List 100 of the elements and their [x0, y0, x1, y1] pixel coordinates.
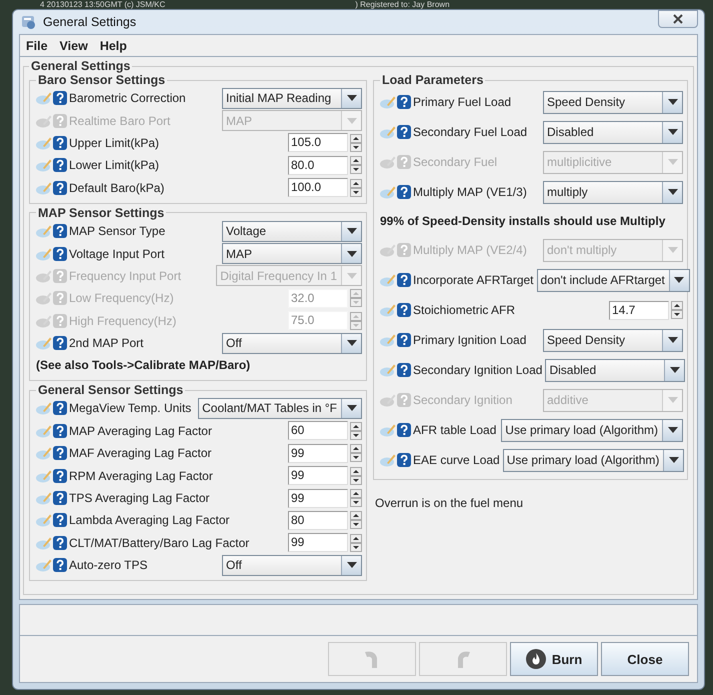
field-label: Secondary Ignition Load — [412, 363, 542, 377]
dropdown[interactable]: Coolant/MAT Tables in °F — [198, 398, 362, 419]
caret-icon — [668, 427, 678, 433]
window-title: General Settings — [43, 15, 138, 29]
burn-button[interactable]: Burn — [510, 642, 598, 676]
dropdown[interactable]: multiply — [543, 180, 683, 204]
number-field[interactable]: 105.0 — [288, 133, 348, 152]
help-icon[interactable] — [53, 136, 67, 150]
caret-icon — [346, 340, 356, 346]
number-field[interactable]: 14.7 — [609, 300, 669, 320]
spin-buttons[interactable] — [350, 156, 362, 174]
number-field[interactable]: 80 — [288, 510, 348, 530]
help-icon[interactable] — [53, 336, 67, 350]
help-icon[interactable] — [53, 424, 67, 438]
field-label: Lambda Averaging Lag Factor — [68, 513, 230, 528]
field-label: Low Frequency(Hz) — [68, 291, 174, 306]
caret-icon — [346, 562, 356, 568]
help-icon[interactable] — [397, 125, 411, 139]
help-icon[interactable] — [53, 446, 67, 460]
dropdown[interactable]: Use primary load (Algorithm) — [501, 418, 683, 442]
caret-icon — [670, 367, 680, 373]
help-icon[interactable] — [397, 333, 411, 347]
help-icon[interactable] — [53, 513, 67, 528]
dropdown[interactable]: Speed Density — [543, 328, 683, 352]
help-icon[interactable] — [53, 491, 67, 506]
field-label: MAP Averaging Lag Factor — [68, 424, 212, 438]
spin-buttons[interactable] — [350, 466, 362, 485]
field-label: EAE curve Load — [412, 453, 500, 467]
note-text: (See also Tools->Calibrate MAP/Baro) — [36, 357, 252, 374]
field-label: Multiply MAP (VE1/3) — [412, 185, 527, 199]
dropdown[interactable]: Disabled — [545, 358, 686, 382]
spin-buttons[interactable] — [671, 301, 683, 319]
field-label: AFR table Load — [412, 423, 496, 437]
number-field[interactable]: 99 — [288, 488, 348, 508]
panel-title: General Settings — [30, 59, 132, 73]
field-label: High Frequency(Hz) — [68, 314, 176, 328]
menu-item[interactable]: Help — [100, 38, 127, 52]
background-title: 4 20130123 13:50GMT (c) JSM/KC — [40, 0, 166, 9]
field-label: 2nd MAP Port — [68, 336, 144, 350]
field-label: MAP Sensor Type — [68, 224, 166, 238]
help-icon[interactable] — [53, 536, 67, 550]
dropdown[interactable]: don't include AFRtarget — [536, 268, 690, 292]
field-label: Frequency Input Port — [68, 268, 182, 283]
close-button[interactable] — [658, 10, 698, 28]
dropdown[interactable]: Off — [222, 332, 362, 354]
dropdown[interactable]: Speed Density — [543, 90, 683, 114]
help-icon[interactable] — [53, 246, 67, 261]
field-label: Incorporate AFRTarget — [412, 273, 534, 287]
field-label: Barometric Correction — [68, 91, 186, 106]
menu-item[interactable]: View — [60, 38, 88, 52]
spin-buttons[interactable] — [350, 444, 362, 462]
group-title: Baro Sensor Settings — [37, 73, 166, 87]
help-icon[interactable] — [397, 185, 411, 199]
dropdown[interactable]: Voltage — [222, 220, 362, 242]
help-icon[interactable] — [53, 91, 67, 106]
group-title: Load Parameters — [381, 73, 484, 87]
help-icon[interactable] — [397, 363, 411, 377]
field-label: Secondary Fuel Load — [412, 125, 528, 139]
caret-icon — [668, 189, 678, 195]
caret-icon — [346, 405, 356, 412]
dropdown[interactable]: Off — [222, 554, 362, 576]
menu-item[interactable]: File — [26, 38, 48, 52]
close-button[interactable]: Close — [601, 642, 689, 676]
help-icon[interactable] — [53, 401, 67, 416]
field-label: Auto-zero TPS — [68, 558, 148, 572]
dropdown[interactable]: MAP — [222, 243, 362, 264]
spin-buttons[interactable] — [350, 534, 362, 552]
spin-buttons[interactable] — [350, 422, 362, 440]
spin-buttons[interactable] — [350, 489, 362, 508]
help-icon[interactable] — [397, 423, 411, 437]
spin-buttons[interactable] — [350, 178, 362, 197]
number-field[interactable]: 99 — [288, 466, 348, 486]
caret-icon — [346, 272, 356, 279]
number-field[interactable]: 99 — [288, 444, 348, 463]
field-label: Secondary Fuel — [412, 155, 498, 169]
number-field[interactable]: 99 — [288, 533, 348, 552]
help-icon[interactable] — [53, 468, 67, 483]
help-icon[interactable] — [53, 180, 67, 195]
help-icon[interactable] — [53, 158, 67, 172]
spin-buttons[interactable] — [350, 134, 362, 152]
dropdown[interactable]: Disabled — [543, 120, 683, 144]
caret-icon — [668, 457, 679, 463]
field-label: MAF Averaging Lag Factor — [68, 446, 212, 460]
number-field[interactable]: 100.0 — [288, 178, 348, 198]
help-icon[interactable] — [53, 224, 67, 238]
dropdown[interactable]: Initial MAP Reading — [222, 88, 362, 109]
group-title: General Sensor Settings — [37, 383, 184, 398]
dropdown[interactable]: Use primary load (Algorithm) — [502, 448, 684, 472]
number-field[interactable]: 80.0 — [288, 156, 348, 175]
field-label: MegaView Temp. Units — [68, 401, 192, 416]
help-icon[interactable] — [397, 273, 411, 287]
number-field[interactable]: 60 — [288, 421, 348, 440]
help-icon[interactable] — [397, 303, 411, 317]
help-icon[interactable] — [397, 453, 411, 467]
help-icon[interactable] — [397, 95, 411, 109]
caret-icon — [674, 277, 684, 283]
help-icon[interactable] — [53, 558, 67, 572]
note-text: 99% of Speed-Density installs should use Multiply — [380, 213, 666, 230]
flame-icon — [526, 649, 546, 669]
spin-buttons[interactable] — [350, 511, 362, 530]
